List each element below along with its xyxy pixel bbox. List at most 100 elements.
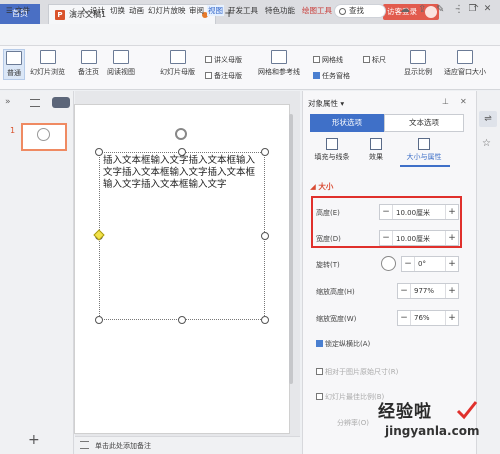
height-stepper[interactable]: −10.00厘米 + xyxy=(379,204,459,220)
width-label: 宽度(D) xyxy=(316,235,341,243)
reading-view-button[interactable]: 阅读视图 xyxy=(107,50,135,77)
menu-drawing-tools[interactable]: 绘图工具 xyxy=(302,5,332,16)
menu-slideshow[interactable]: 幻灯片放映 xyxy=(148,5,186,16)
menu-file[interactable]: ☰ 文件 xyxy=(6,5,30,16)
fit-window-button[interactable]: 适应窗口大小 xyxy=(444,50,486,77)
zoom-label: 显示比例 xyxy=(404,68,432,76)
share-icon[interactable]: ⇪ xyxy=(418,4,426,15)
resize-handle-bl[interactable] xyxy=(95,316,103,324)
resize-handle-br[interactable] xyxy=(261,316,269,324)
notes-page-label: 备注页 xyxy=(78,68,99,76)
search-icon xyxy=(339,8,346,15)
watermark-check-icon xyxy=(456,401,478,420)
menu-design[interactable]: 设计 xyxy=(90,5,105,16)
close-button[interactable]: ✕ xyxy=(480,4,495,14)
grid-icon xyxy=(271,50,287,64)
menu-animation[interactable]: 动画 xyxy=(129,5,144,16)
collapse-panel-icon[interactable]: » xyxy=(5,97,11,107)
width-increment[interactable]: + xyxy=(445,231,458,245)
notes-placeholder[interactable]: 单击此处添加备注 xyxy=(95,441,151,451)
menu-features[interactable]: 特色功能 xyxy=(265,5,295,16)
subtab-effects-label: 效果 xyxy=(369,153,383,161)
menu-review[interactable]: 审阅 xyxy=(189,5,204,16)
slides-view-icon[interactable] xyxy=(52,97,70,108)
rotate-dial[interactable] xyxy=(381,256,396,271)
scale-width-label: 缩放宽度(W) xyxy=(316,315,357,323)
tab-shape-options[interactable]: 形状选项 xyxy=(310,114,384,132)
resize-handle-tl[interactable] xyxy=(95,148,103,156)
width-value[interactable]: 10.00厘米 xyxy=(396,234,430,244)
rotate-increment[interactable]: + xyxy=(445,257,458,271)
gridlines-label: 网格线 xyxy=(322,56,343,64)
scale-width-value[interactable]: 76% xyxy=(414,314,430,322)
scale-height-value[interactable]: 977% xyxy=(414,287,434,295)
search-button[interactable]: 查找 xyxy=(334,4,386,18)
add-slide-button[interactable]: + xyxy=(28,432,40,448)
scale-height-increment[interactable]: + xyxy=(445,284,458,298)
lock-ratio-check xyxy=(316,340,323,347)
rotate-decrement[interactable]: − xyxy=(402,257,415,271)
scale-width-stepper[interactable]: −76% + xyxy=(397,310,459,326)
task-pane-checkbox[interactable]: 任务窗格 xyxy=(313,71,350,81)
zoom-button[interactable]: 显示比例 xyxy=(404,50,432,77)
pin-icon[interactable]: ⊥ xyxy=(442,97,449,106)
height-decrement[interactable]: − xyxy=(380,205,393,219)
scale-height-stepper[interactable]: −977% + xyxy=(397,283,459,299)
star-icon[interactable]: ☆ xyxy=(482,138,491,149)
panel-title[interactable]: 对象属性 ▾ xyxy=(308,98,344,109)
rotate-handle[interactable] xyxy=(175,128,187,140)
menu-bar xyxy=(0,24,500,46)
vertical-scrollbar[interactable] xyxy=(288,108,294,438)
height-increment[interactable]: + xyxy=(445,205,458,219)
slide-browse-button[interactable]: 幻灯片浏览 xyxy=(30,50,65,77)
shape-text[interactable]: 插入文本框输入文字插入文本框输入文字插入文本框输入文字插入文本框输入文字插入文本… xyxy=(103,155,263,191)
relative-original-check xyxy=(316,368,323,375)
rotate-stepper[interactable]: −0° + xyxy=(401,256,459,272)
lock-aspect-ratio-checkbox[interactable]: 锁定纵横比(A) xyxy=(316,339,370,349)
outline-view-icon[interactable] xyxy=(30,99,40,107)
reading-view-icon xyxy=(113,50,129,64)
menu-scroll-left[interactable]: ‹ xyxy=(72,5,75,14)
subtab-size-properties[interactable]: 大小与属性 xyxy=(396,138,452,162)
handout-master-button[interactable]: 讲义母版 xyxy=(205,55,242,65)
scale-height-decrement[interactable]: − xyxy=(398,284,411,298)
collapse-ribbon-icon[interactable]: ⌃ xyxy=(472,4,480,15)
subtab-active-indicator xyxy=(400,165,450,167)
scale-width-decrement[interactable]: − xyxy=(398,311,411,325)
notes-master-button[interactable]: 备注母版 xyxy=(205,71,242,81)
gridlines-check xyxy=(313,56,320,63)
ruler-checkbox[interactable]: 标尺 xyxy=(363,55,386,65)
menu-view[interactable]: 视图 xyxy=(207,5,224,16)
cloud-icon[interactable]: ☁ xyxy=(400,4,410,15)
fit-window-icon xyxy=(457,50,473,64)
height-value[interactable]: 10.00厘米 xyxy=(396,208,430,218)
reading-view-label: 阅读视图 xyxy=(107,68,135,76)
menu-developer[interactable]: 开发工具 xyxy=(228,5,258,16)
resize-handle-bc[interactable] xyxy=(178,316,186,324)
grid-guides-button[interactable]: 网格和参考线 xyxy=(258,50,300,77)
gridlines-checkbox[interactable]: 网格线 xyxy=(313,55,343,65)
more-icon[interactable]: ⋮ xyxy=(454,4,464,15)
scrollbar-thumb[interactable] xyxy=(289,114,293,384)
width-decrement[interactable]: − xyxy=(380,231,393,245)
slide-master-icon xyxy=(169,50,186,64)
menu-insert[interactable]: 入 xyxy=(80,5,88,16)
normal-view-button[interactable]: 普通 xyxy=(3,49,25,80)
width-stepper[interactable]: −10.00厘米 + xyxy=(379,230,459,246)
tab-text-options[interactable]: 文本选项 xyxy=(384,114,464,132)
panel-close-icon[interactable]: ✕ xyxy=(460,97,467,106)
zoom-icon xyxy=(410,50,426,64)
slide-master-label: 幻灯片母版 xyxy=(160,68,195,76)
size-section-title[interactable]: ◢ 大小 xyxy=(310,181,333,192)
size-icon xyxy=(418,138,430,150)
scale-width-increment[interactable]: + xyxy=(445,311,458,325)
search-label: 查找 xyxy=(349,6,364,15)
properties-toggle-icon[interactable]: ⇌ xyxy=(479,111,497,127)
notes-page-button[interactable]: 备注页 xyxy=(78,50,99,77)
rotate-value[interactable]: 0° xyxy=(418,260,426,268)
menu-transition[interactable]: 切换 xyxy=(110,5,125,16)
comment-icon[interactable]: ✎ xyxy=(436,4,444,15)
notes-master-label: 备注母版 xyxy=(214,72,242,80)
resize-handle-mr[interactable] xyxy=(261,232,269,240)
slide-master-button[interactable]: 幻灯片母版 xyxy=(160,50,195,77)
